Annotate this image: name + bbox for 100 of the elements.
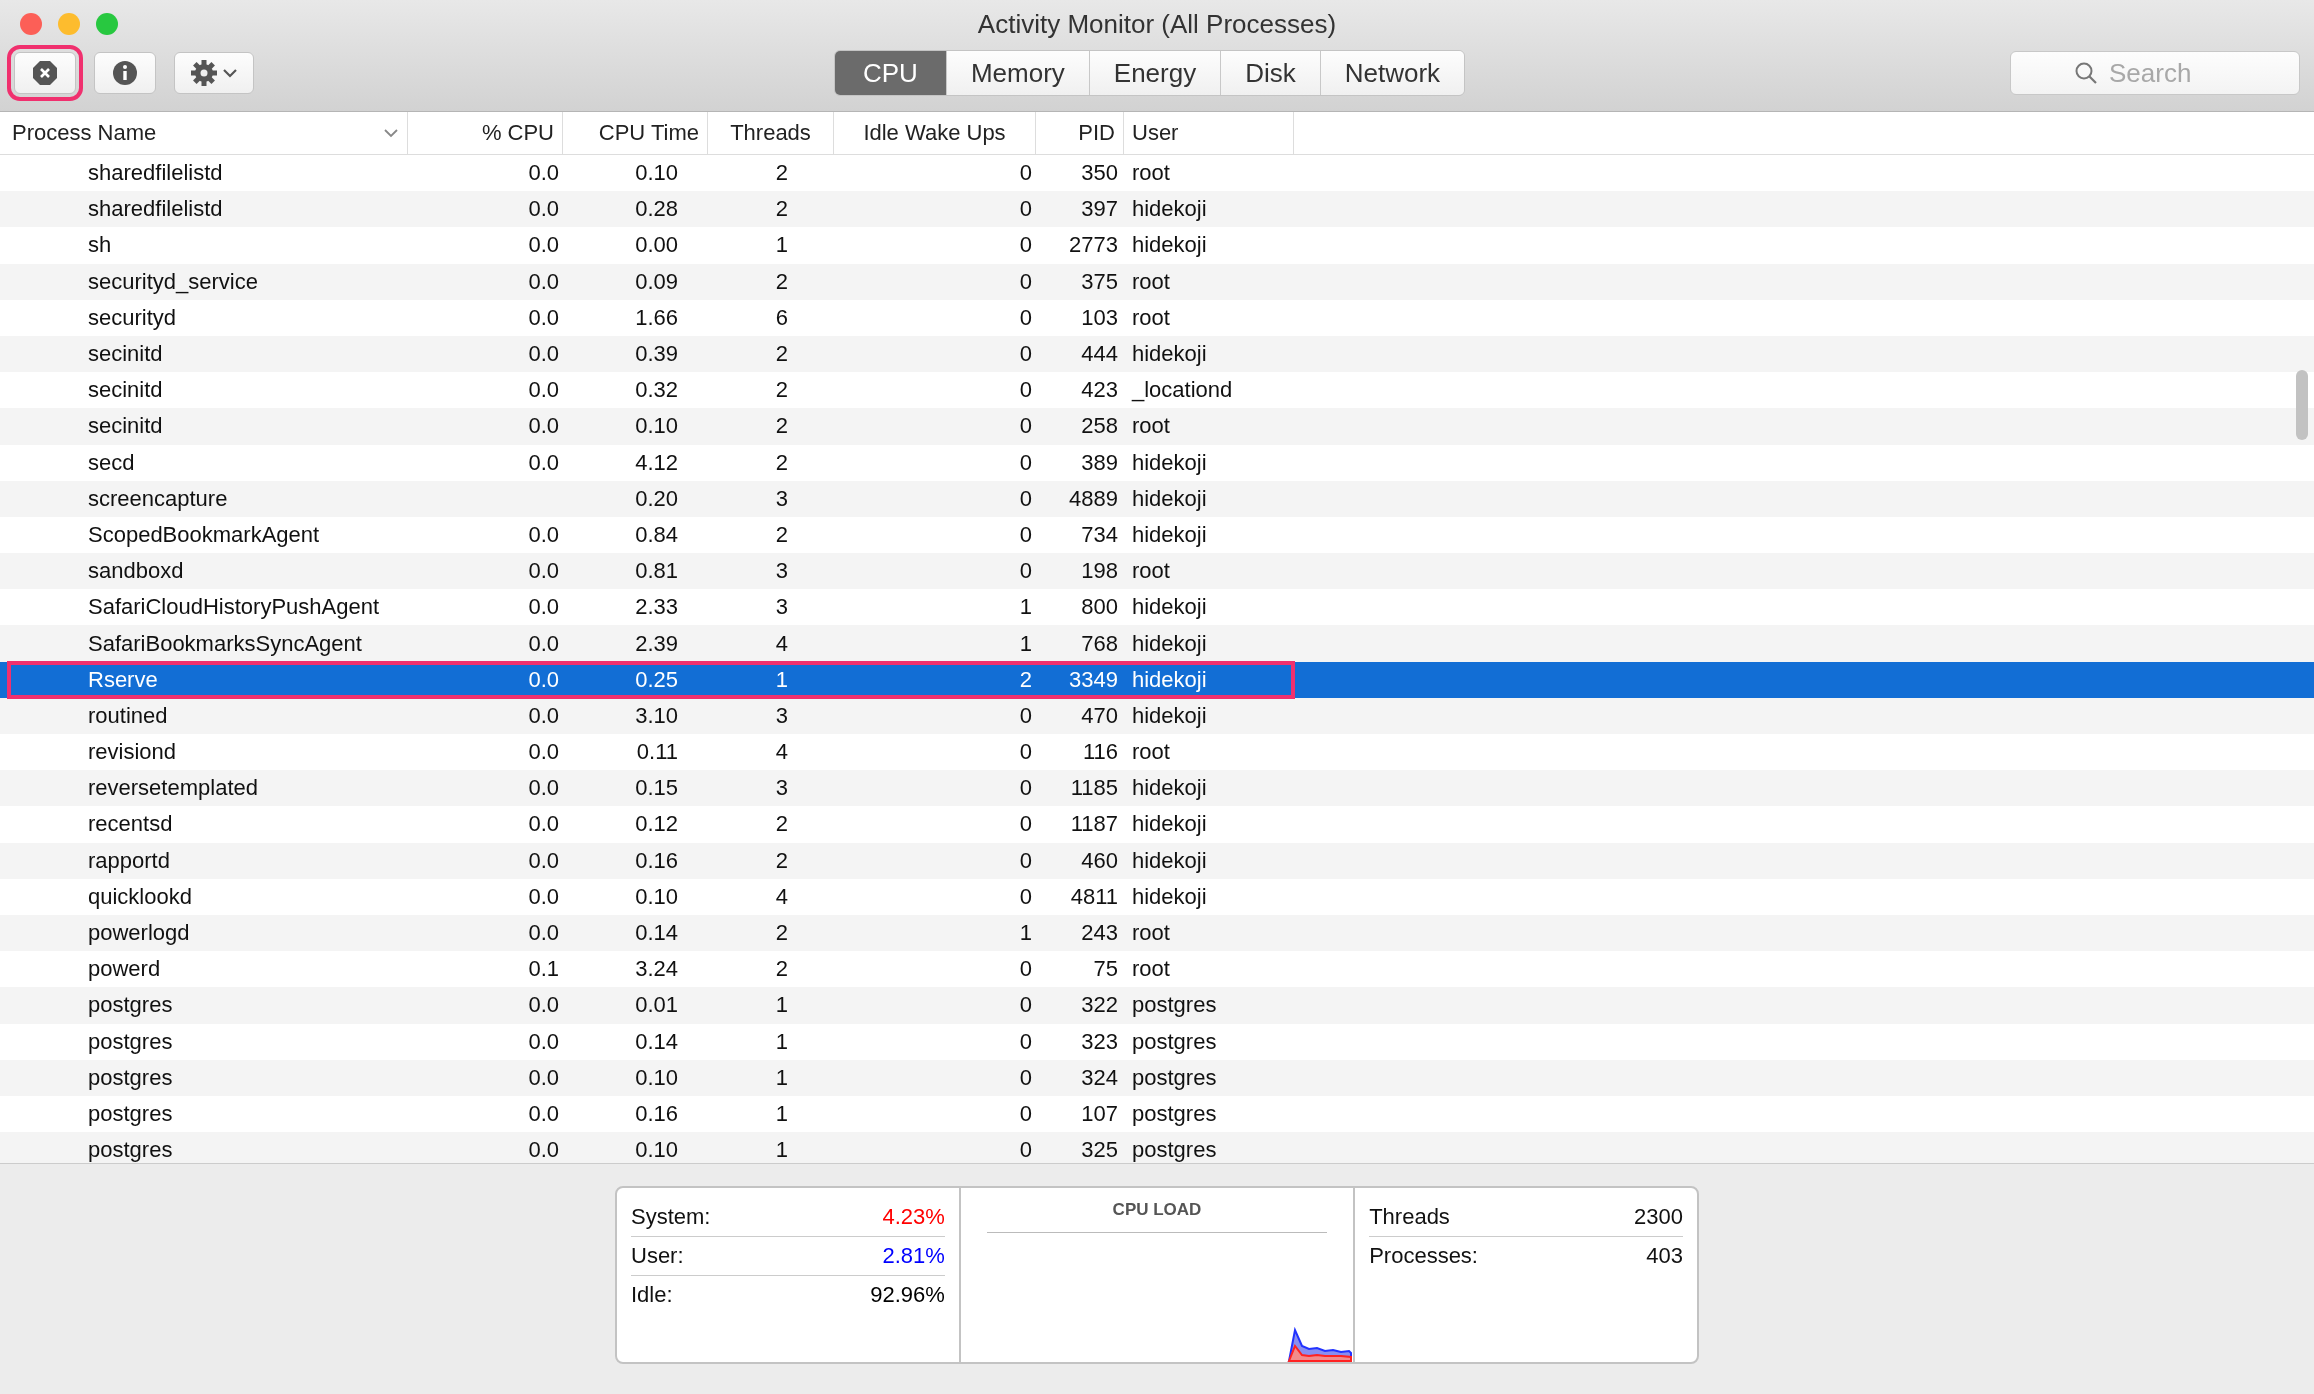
zoom-light-icon[interactable] bbox=[96, 13, 118, 35]
table-cell: 0 bbox=[1019, 196, 1032, 222]
table-cell: 0.0 bbox=[528, 702, 559, 728]
tab[interactable]: Disk bbox=[1220, 51, 1320, 95]
column-header[interactable]: Threads bbox=[708, 112, 834, 154]
window-title: Activity Monitor (All Processes) bbox=[977, 8, 1337, 40]
selected-row[interactable]: Rserve 0.0 0.25 1 2 3349 hidekoji bbox=[0, 661, 2314, 698]
table-cell: 0.15 bbox=[635, 775, 678, 801]
table-cell: 0 bbox=[1019, 811, 1032, 837]
column-header[interactable]: PID bbox=[1036, 112, 1124, 154]
table-cell: recentsd bbox=[88, 811, 173, 837]
table-cell: 4.12 bbox=[635, 449, 678, 475]
close-light-icon[interactable] bbox=[20, 13, 42, 35]
table-cell: postgres bbox=[88, 1064, 173, 1090]
search-field[interactable]: Search bbox=[2010, 51, 2300, 95]
action-menu-button[interactable] bbox=[174, 52, 254, 94]
table-cell: 0 bbox=[1019, 1137, 1032, 1163]
table-cell: 2773 bbox=[1069, 232, 1118, 258]
table-cell: 375 bbox=[1081, 268, 1118, 294]
table-cell: 0.10 bbox=[635, 883, 678, 909]
stat-value: 2.81% bbox=[882, 1243, 945, 1269]
table-cell: 322 bbox=[1081, 992, 1118, 1018]
table-cell: root bbox=[1132, 558, 1170, 584]
table-cell: postgres bbox=[1132, 1064, 1217, 1090]
table-cell: 0.16 bbox=[635, 847, 678, 873]
table-cell: 1 bbox=[1019, 594, 1032, 620]
table-cell: 0.0 bbox=[528, 341, 559, 367]
tab[interactable]: Memory bbox=[945, 51, 1089, 95]
table-cell: 389 bbox=[1081, 449, 1118, 475]
table-cell: 2 bbox=[775, 449, 788, 475]
table-cell: 0.0 bbox=[528, 775, 559, 801]
table-cell: 1 bbox=[775, 1137, 788, 1163]
tab[interactable]: CPU bbox=[835, 51, 946, 95]
tab[interactable]: Network bbox=[1319, 51, 1465, 95]
stat-label: User: bbox=[631, 1243, 684, 1269]
column-header[interactable]: User bbox=[1124, 112, 1294, 154]
table-cell: 0.0 bbox=[528, 449, 559, 475]
table-cell: 0.09 bbox=[635, 268, 678, 294]
table-cell: 1185 bbox=[1070, 775, 1118, 801]
stat-value: 4.23% bbox=[882, 1204, 945, 1230]
table-cell: 0 bbox=[1019, 521, 1032, 547]
table-cell: 3 bbox=[775, 702, 788, 728]
table-cell: 768 bbox=[1081, 630, 1118, 656]
table-cell: 2 bbox=[775, 377, 788, 403]
table-cell: 1 bbox=[775, 1064, 788, 1090]
table-cell: root bbox=[1132, 304, 1170, 330]
table-cell: 0.1 bbox=[528, 956, 559, 982]
table-cell: 0 bbox=[1019, 992, 1032, 1018]
table-cell: postgres bbox=[1132, 992, 1217, 1018]
table-cell: securityd_service bbox=[88, 268, 258, 294]
table-cell: screencapture bbox=[88, 485, 228, 511]
table-cell: 0 bbox=[1019, 702, 1032, 728]
table-cell: hidekoji bbox=[1132, 594, 1207, 620]
column-header[interactable]: CPU Time bbox=[563, 112, 708, 154]
table-cell: 0.0 bbox=[528, 1100, 559, 1126]
table-cell: 0 bbox=[1019, 956, 1032, 982]
scrollbar-thumb[interactable] bbox=[2296, 370, 2308, 440]
table-cell: 0 bbox=[1019, 413, 1032, 439]
table-cell: 198 bbox=[1081, 558, 1118, 584]
table-cell: 323 bbox=[1081, 1028, 1118, 1054]
table-cell: 2 bbox=[775, 196, 788, 222]
table-cell: 1 bbox=[1019, 630, 1032, 656]
table-cell: 1 bbox=[775, 1100, 788, 1126]
table-cell: 0.10 bbox=[635, 1137, 678, 1163]
table-cell: 0.0 bbox=[528, 232, 559, 258]
table-cell: 0.0 bbox=[528, 160, 559, 186]
table-cell: 470 bbox=[1081, 702, 1118, 728]
table-cell: 0.28 bbox=[635, 196, 678, 222]
chart-title: CPU LOAD bbox=[986, 1188, 1328, 1233]
table-cell: 1.66 bbox=[635, 304, 678, 330]
table-cell: postgres bbox=[1132, 1100, 1217, 1126]
table-cell: 2.33 bbox=[635, 594, 678, 620]
table-cell: 0.0 bbox=[528, 920, 559, 946]
table-cell: 460 bbox=[1081, 847, 1118, 873]
table-cell: 2.39 bbox=[635, 630, 678, 656]
table-cell: 3349 bbox=[1069, 666, 1118, 692]
table-cell: 0.0 bbox=[528, 558, 559, 584]
table-cell: hidekoji bbox=[1132, 666, 1207, 692]
table-cell: 4811 bbox=[1070, 883, 1118, 909]
table-cell: 75 bbox=[1093, 956, 1118, 982]
table-cell: sharedfilelistd bbox=[88, 196, 223, 222]
table-cell: hidekoji bbox=[1132, 232, 1207, 258]
column-header[interactable]: Process Name bbox=[0, 112, 408, 154]
table-cell: root bbox=[1132, 268, 1170, 294]
table-cell: 0.25 bbox=[635, 666, 678, 692]
table-cell: 734 bbox=[1081, 521, 1118, 547]
table-cell: 4 bbox=[775, 739, 788, 765]
table-cell: 2 bbox=[775, 811, 788, 837]
minimize-light-icon[interactable] bbox=[58, 13, 80, 35]
table-cell: hidekoji bbox=[1132, 702, 1207, 728]
column-header[interactable]: Idle Wake Ups bbox=[834, 112, 1036, 154]
info-button[interactable] bbox=[94, 52, 156, 94]
table-cell: 0.10 bbox=[635, 1064, 678, 1090]
tab[interactable]: Energy bbox=[1088, 51, 1221, 95]
column-header[interactable]: % CPU bbox=[408, 112, 563, 154]
table-cell: 0 bbox=[1019, 304, 1032, 330]
table-cell: 2 bbox=[775, 847, 788, 873]
table-cell: 0 bbox=[1019, 739, 1032, 765]
table-cell: hidekoji bbox=[1132, 775, 1207, 801]
table-cell: 0 bbox=[1019, 160, 1032, 186]
